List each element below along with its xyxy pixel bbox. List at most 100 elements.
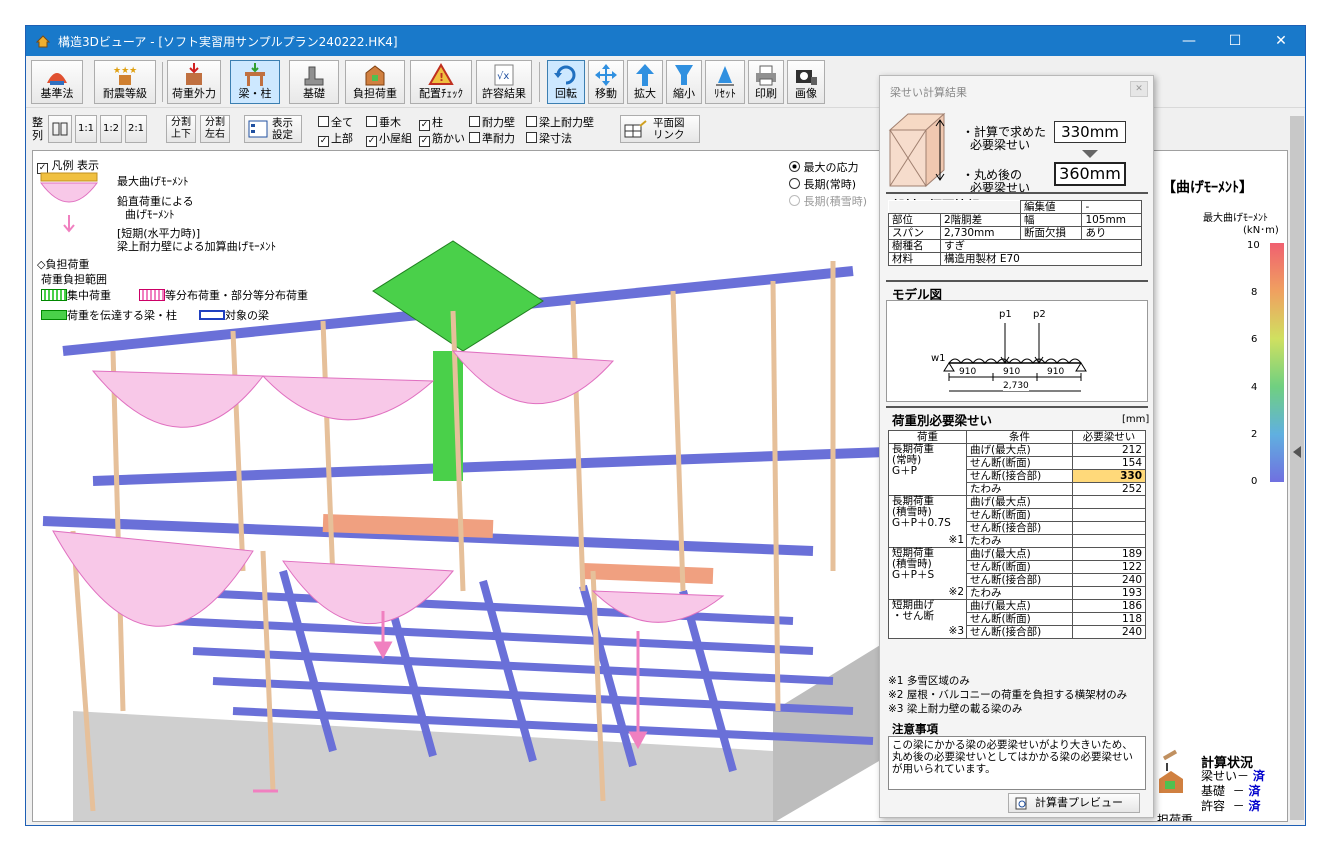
toolbar-separator	[539, 62, 540, 102]
colorbar-tick-0: 0	[1251, 476, 1258, 487]
rotate-label: 回転	[555, 87, 577, 100]
checkbox-all[interactable]: 全て	[318, 114, 353, 130]
required-depth-cell: 330	[1072, 469, 1146, 483]
colorbar-title: 【曲げﾓｰﾒﾝﾄ】	[1162, 180, 1253, 196]
required-depth-cell: 186	[1072, 599, 1146, 613]
bearing-load-label: 負担荷重	[353, 87, 397, 100]
bearing-load-status-icon[interactable]	[1155, 749, 1191, 797]
required-depth-cell: 212	[1072, 443, 1146, 457]
maximize-button[interactable]: ☐	[1212, 26, 1258, 56]
split-leftright-button[interactable]: 分割 左右	[200, 115, 230, 143]
foundation-button[interactable]: 基礎	[289, 60, 339, 104]
required-depth-cell: 240	[1072, 625, 1146, 639]
table-header-required-depth: 必要梁せい	[1072, 430, 1146, 444]
report-preview-label: 計算書プレビュー	[1035, 796, 1123, 809]
condition-cell: 曲げ(最大点)	[966, 547, 1073, 561]
image-label: 画像	[795, 87, 817, 100]
load-requirement-table: 荷重 条件 必要梁せい 長期荷重 (常時) G＋P 曲げ(最大点) 212 せん断(断…	[888, 430, 1146, 639]
rotate-icon	[554, 65, 576, 85]
image-button[interactable]: 画像	[787, 60, 825, 104]
radio-long-term[interactable]: 長期(常時)	[789, 176, 856, 192]
checkbox-semi-bearing[interactable]: 準耐力	[469, 130, 515, 146]
stars-rating-icon: ★★★	[113, 66, 137, 85]
seismic-grade-label: 耐震等級	[103, 87, 147, 100]
display-settings-label: 表示 設定	[272, 117, 293, 141]
colorbar-tick-10: 10	[1247, 240, 1260, 251]
display-settings-button[interactable]: 表示 設定	[244, 115, 302, 143]
ratio-1-1-button[interactable]: 1:1	[75, 115, 97, 143]
load-group-name: 短期荷重 (積雪時) G＋P＋S ※2	[888, 547, 967, 600]
beam-column-button[interactable]: 梁・柱	[230, 60, 280, 104]
legend-distributed: 等分布荷重・部分等分布荷重	[139, 287, 308, 303]
panel-close-button[interactable]: ✕	[1130, 81, 1148, 97]
required-depth-cell: 193	[1072, 586, 1146, 600]
colorbar-tick-2: 2	[1251, 429, 1258, 440]
print-button[interactable]: 印刷	[748, 60, 784, 104]
zoom-out-button[interactable]: 縮小	[666, 60, 702, 104]
panel-title: 梁せい計算結果	[890, 86, 967, 99]
single-view-button[interactable]	[48, 115, 72, 143]
checkbox-brace[interactable]: ✓ 筋かい	[419, 130, 465, 147]
table-row: 短期曲げ ・せん断 ※3 曲げ(最大点) 186	[888, 599, 1146, 639]
split-updown-button[interactable]: 分割 上下	[166, 115, 196, 143]
table-header-condition: 条件	[966, 430, 1073, 444]
load-group-name: 長期荷重 (積雪時) G＋P＋0.7S ※1	[888, 495, 967, 548]
rounded-required-value: 360mm	[1054, 162, 1126, 186]
checkbox-beam-size[interactable]: 梁寸法	[526, 130, 572, 146]
minimize-button[interactable]: —	[1166, 26, 1212, 56]
condition-cell: 曲げ(最大点)	[966, 443, 1073, 457]
building-standard-icon	[47, 73, 67, 85]
condition-cell: せん断(接合部)	[966, 469, 1073, 483]
ratio-2-1-button[interactable]: 2:1	[125, 115, 147, 143]
required-depth-cell	[1072, 495, 1146, 509]
zoom-out-icon	[675, 65, 693, 85]
preview-magnifier-icon	[1015, 797, 1027, 810]
load-force-button[interactable]: 荷重外力	[167, 60, 221, 104]
toolbar-separator	[162, 62, 163, 102]
ratio-1-2-button[interactable]: 1:2	[100, 115, 122, 143]
condition-cell: たわみ	[966, 534, 1073, 548]
colorbar-unit: (kN･m)	[1243, 225, 1279, 236]
bearing-load-button[interactable]: 負担荷重	[345, 60, 405, 104]
radio-long-term-snow[interactable]: 長期(積雪時)	[789, 193, 867, 209]
report-preview-button[interactable]: 計算書プレビュー	[1008, 793, 1140, 813]
warning-check-icon: !	[428, 63, 454, 85]
group-footnote-mark: ※2	[948, 586, 964, 598]
required-depth-cell: 189	[1072, 547, 1146, 561]
checkbox-beam-bearing-wall[interactable]: 梁上耐力壁	[526, 114, 594, 130]
radio-max-stress[interactable]: 最大の応力	[789, 159, 859, 175]
rotate-button[interactable]: 回転	[547, 60, 585, 104]
diagram-p1-label: p1	[999, 309, 1012, 320]
caution-text: この梁にかかる梁の必要梁せいがより大きいため、丸め後の必要梁せいとしてはかかる梁…	[888, 736, 1146, 790]
footnote-item: ※2 屋根・バルコニーの荷重を負担する横架材のみ	[888, 689, 1128, 701]
checkbox-column[interactable]: ✓ 柱	[419, 114, 443, 131]
colorbar-tick-6: 6	[1251, 334, 1258, 345]
caution-title: 注意事項	[892, 722, 938, 736]
table-row: 長期荷重 (積雪時) G＋P＋0.7S ※1 曲げ(最大点)	[888, 495, 1146, 548]
right-scrollbar[interactable]	[1290, 116, 1304, 820]
checkbox-roof-frame[interactable]: ✓ 小屋組	[366, 130, 412, 147]
zoom-in-button[interactable]: 拡大	[627, 60, 663, 104]
calc-status-allowable: 許容 － 済	[1201, 799, 1261, 813]
reset-button[interactable]: ﾘｾｯﾄ	[705, 60, 745, 104]
plan-link-label: 平面図 リンク	[653, 117, 685, 141]
seismic-grade-button[interactable]: ★★★ 耐震等級	[94, 60, 156, 104]
checkbox-upper[interactable]: ✓ 上部	[318, 130, 353, 147]
building-standard-button[interactable]: 基準法	[31, 60, 83, 104]
diagram-total-span: 2,730	[1003, 381, 1029, 391]
condition-cell: たわみ	[966, 586, 1073, 600]
checkbox-rafter[interactable]: 垂木	[366, 114, 401, 130]
plan-link-button[interactable]: 平面図 リンク	[620, 115, 700, 143]
app-logo-icon	[36, 35, 50, 48]
close-button[interactable]: ✕	[1258, 26, 1304, 56]
allowable-result-button[interactable]: √x 許容結果	[476, 60, 532, 104]
collapse-arrow-icon[interactable]	[1293, 446, 1301, 458]
move-button[interactable]: 移動	[588, 60, 624, 104]
zoom-in-icon	[636, 64, 654, 86]
placement-check-button[interactable]: ! 配置ﾁｪｯｸ	[410, 60, 472, 104]
checkbox-bearing-wall[interactable]: 耐力壁	[469, 114, 515, 130]
legend-concentrated: 集中荷重	[41, 287, 111, 303]
required-depth-cell	[1072, 508, 1146, 522]
move-icon	[595, 64, 617, 86]
down-triangle-icon	[1082, 150, 1098, 158]
